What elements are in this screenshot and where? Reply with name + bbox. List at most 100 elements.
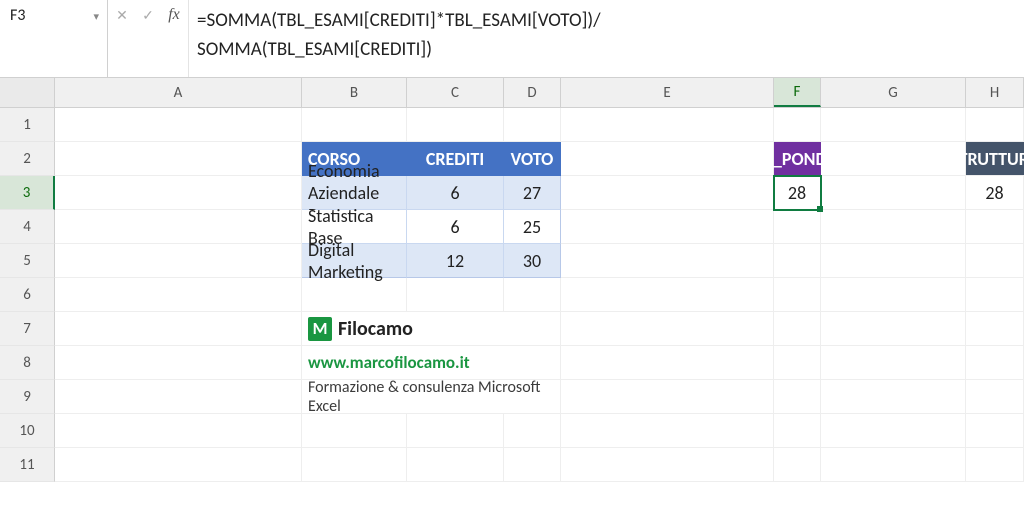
cell[interactable] (55, 448, 302, 482)
row-header[interactable]: 5 (0, 244, 55, 278)
col-header[interactable]: H (966, 78, 1024, 107)
row-header[interactable]: 4 (0, 210, 55, 244)
cell[interactable] (561, 448, 774, 482)
col-header[interactable]: G (821, 78, 966, 107)
row-header[interactable]: 9 (0, 380, 55, 414)
cell[interactable] (504, 448, 561, 482)
fx-icon[interactable]: fx (166, 7, 182, 23)
cell[interactable] (55, 142, 302, 176)
row-header[interactable]: 3 (0, 176, 55, 210)
row-header[interactable]: 11 (0, 448, 55, 482)
cell[interactable] (774, 380, 821, 414)
table-cell-voto[interactable]: 27 (504, 176, 561, 210)
cell[interactable] (407, 448, 504, 482)
row-header[interactable]: 7 (0, 312, 55, 346)
cell[interactable] (504, 278, 561, 312)
cell[interactable] (774, 346, 821, 380)
table-cell-corso[interactable]: Digital Marketing (302, 244, 407, 278)
cell[interactable] (55, 346, 302, 380)
name-box[interactable]: F3 ▾ (0, 0, 108, 77)
cell[interactable] (302, 448, 407, 482)
media-ponderata-header[interactable]: MEDIA_PONDERATA (774, 142, 821, 176)
row-header[interactable]: 10 (0, 414, 55, 448)
col-header[interactable]: F (774, 78, 821, 107)
cell[interactable] (561, 176, 774, 210)
row-header[interactable]: 2 (0, 142, 55, 176)
enter-icon[interactable]: ✓ (140, 7, 156, 23)
brand-url[interactable]: www.marcofilocamo.it (302, 346, 561, 380)
cell[interactable] (55, 414, 302, 448)
cell[interactable] (966, 414, 1024, 448)
cell[interactable] (774, 244, 821, 278)
cell[interactable] (302, 108, 407, 142)
cell[interactable] (774, 312, 821, 346)
table-cell-crediti[interactable]: 6 (407, 176, 504, 210)
cell[interactable] (504, 108, 561, 142)
cell[interactable] (966, 346, 1024, 380)
cell[interactable] (561, 414, 774, 448)
cell[interactable] (302, 278, 407, 312)
cell[interactable] (966, 108, 1024, 142)
col-header[interactable]: E (561, 78, 774, 107)
select-all-corner[interactable] (0, 78, 55, 107)
cell[interactable] (821, 108, 966, 142)
cell[interactable] (821, 448, 966, 482)
cell[interactable] (504, 414, 561, 448)
cell[interactable] (561, 380, 774, 414)
table-cell-crediti[interactable]: 12 (407, 244, 504, 278)
cell[interactable] (55, 312, 302, 346)
cancel-icon[interactable]: ✕ (114, 7, 130, 23)
cell-F3-media-ponderata[interactable]: 28 (774, 176, 821, 210)
cell[interactable] (821, 312, 966, 346)
cell[interactable] (774, 278, 821, 312)
cell[interactable] (55, 176, 302, 210)
table-cell-crediti[interactable]: 6 (407, 210, 504, 244)
worksheet-grid[interactable]: 1 2 CORSO CREDITI VOTO MEDIA_PONDERATA S… (0, 108, 1024, 482)
cell[interactable] (966, 278, 1024, 312)
cell[interactable] (821, 142, 966, 176)
cell[interactable] (561, 210, 774, 244)
cell[interactable] (821, 346, 966, 380)
col-header[interactable]: B (302, 78, 407, 107)
cell[interactable] (55, 278, 302, 312)
table-cell-voto[interactable]: 30 (504, 244, 561, 278)
cell[interactable] (55, 380, 302, 414)
col-header[interactable]: C (407, 78, 504, 107)
cell[interactable] (561, 312, 774, 346)
cell[interactable] (55, 244, 302, 278)
cell[interactable] (966, 312, 1024, 346)
chevron-down-icon[interactable]: ▾ (93, 10, 99, 23)
struttura-header[interactable]: STRUTTURA (966, 142, 1024, 176)
cell[interactable] (561, 108, 774, 142)
row-header[interactable]: 6 (0, 278, 55, 312)
table-header-voto[interactable]: VOTO (504, 142, 561, 176)
table-cell-voto[interactable]: 25 (504, 210, 561, 244)
cell[interactable] (966, 448, 1024, 482)
cell[interactable] (561, 278, 774, 312)
cell[interactable] (55, 210, 302, 244)
row-header[interactable]: 8 (0, 346, 55, 380)
cell[interactable] (774, 108, 821, 142)
cell[interactable] (821, 244, 966, 278)
col-header[interactable]: A (55, 78, 302, 107)
cell[interactable] (821, 414, 966, 448)
cell[interactable] (561, 346, 774, 380)
cell[interactable] (774, 414, 821, 448)
brand-tagline[interactable]: Formazione & consulenza Microsoft Excel (302, 380, 561, 414)
cell[interactable] (821, 176, 966, 210)
cell[interactable] (407, 414, 504, 448)
row-header[interactable]: 1 (0, 108, 55, 142)
cell[interactable] (821, 210, 966, 244)
cell[interactable] (774, 210, 821, 244)
cell[interactable] (966, 244, 1024, 278)
cell[interactable] (821, 278, 966, 312)
cell[interactable] (966, 210, 1024, 244)
cell[interactable] (407, 278, 504, 312)
table-header-crediti[interactable]: CREDITI (407, 142, 504, 176)
col-header[interactable]: D (504, 78, 561, 107)
cell-H3-struttura[interactable]: 28 (966, 176, 1024, 210)
cell[interactable] (55, 108, 302, 142)
logo-cell[interactable]: M Filocamo (302, 312, 561, 346)
cell[interactable] (966, 380, 1024, 414)
cell[interactable] (561, 244, 774, 278)
